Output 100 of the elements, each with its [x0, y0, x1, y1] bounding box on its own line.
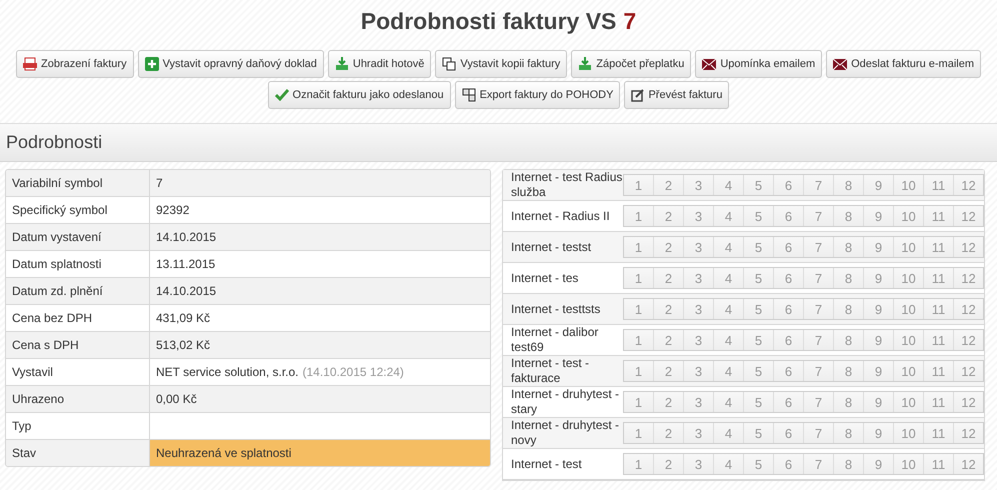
month-button[interactable]: 3: [683, 299, 713, 319]
month-button[interactable]: 12: [953, 361, 983, 381]
month-button[interactable]: 6: [773, 299, 803, 319]
month-button[interactable]: 7: [803, 361, 833, 381]
month-button[interactable]: 8: [833, 423, 863, 443]
month-button[interactable]: 10: [893, 330, 923, 350]
month-button[interactable]: 2: [653, 206, 683, 226]
month-button[interactable]: 2: [653, 268, 683, 288]
month-button[interactable]: 3: [683, 423, 713, 443]
month-button[interactable]: 11: [923, 392, 953, 412]
month-button[interactable]: 3: [683, 330, 713, 350]
month-button[interactable]: 11: [923, 423, 953, 443]
month-button[interactable]: 4: [713, 454, 743, 474]
month-button[interactable]: 5: [743, 299, 773, 319]
month-button[interactable]: 5: [743, 454, 773, 474]
month-button[interactable]: 5: [743, 237, 773, 257]
month-button[interactable]: 4: [713, 392, 743, 412]
month-button[interactable]: 9: [863, 237, 893, 257]
month-button[interactable]: 2: [653, 237, 683, 257]
month-button[interactable]: 8: [833, 361, 863, 381]
month-button[interactable]: 9: [863, 299, 893, 319]
month-button[interactable]: 6: [773, 175, 803, 195]
toolbar-button[interactable]: Odeslat fakturu e-mailem: [826, 50, 981, 78]
month-button[interactable]: 11: [923, 268, 953, 288]
month-button[interactable]: 7: [803, 237, 833, 257]
month-button[interactable]: 2: [653, 361, 683, 381]
month-button[interactable]: 8: [833, 299, 863, 319]
month-button[interactable]: 3: [683, 175, 713, 195]
month-button[interactable]: 5: [743, 392, 773, 412]
month-button[interactable]: 4: [713, 268, 743, 288]
toolbar-button[interactable]: Uhradit hotově: [328, 50, 432, 78]
month-button[interactable]: 10: [893, 175, 923, 195]
month-button[interactable]: 5: [743, 206, 773, 226]
toolbar-button[interactable]: Vystavit kopii faktury: [435, 50, 568, 78]
month-button[interactable]: 3: [683, 454, 713, 474]
month-button[interactable]: 4: [713, 175, 743, 195]
month-button[interactable]: 10: [893, 392, 923, 412]
month-button[interactable]: 9: [863, 454, 893, 474]
toolbar-button[interactable]: Zobrazení faktury: [16, 50, 134, 78]
month-button[interactable]: 11: [923, 361, 953, 381]
month-button[interactable]: 10: [893, 268, 923, 288]
month-button[interactable]: 7: [803, 206, 833, 226]
month-button[interactable]: 10: [893, 299, 923, 319]
month-button[interactable]: 3: [683, 237, 713, 257]
month-button[interactable]: 12: [953, 392, 983, 412]
month-button[interactable]: 6: [773, 330, 803, 350]
toolbar-button[interactable]: Zápočet přeplatku: [571, 50, 692, 78]
month-button[interactable]: 8: [833, 268, 863, 288]
month-button[interactable]: 5: [743, 330, 773, 350]
month-button[interactable]: 4: [713, 237, 743, 257]
month-button[interactable]: 6: [773, 423, 803, 443]
month-button[interactable]: 4: [713, 361, 743, 381]
month-button[interactable]: 11: [923, 299, 953, 319]
month-button[interactable]: 10: [893, 237, 923, 257]
month-button[interactable]: 2: [653, 299, 683, 319]
month-button[interactable]: 12: [953, 454, 983, 474]
month-button[interactable]: 11: [923, 206, 953, 226]
month-button[interactable]: 12: [953, 330, 983, 350]
month-button[interactable]: 10: [893, 206, 923, 226]
month-button[interactable]: 12: [953, 237, 983, 257]
toolbar-button[interactable]: Převést fakturu: [624, 81, 730, 109]
month-button[interactable]: 9: [863, 392, 893, 412]
month-button[interactable]: 3: [683, 206, 713, 226]
month-button[interactable]: 5: [743, 423, 773, 443]
month-button[interactable]: 9: [863, 206, 893, 226]
month-button[interactable]: 6: [773, 268, 803, 288]
month-button[interactable]: 10: [893, 454, 923, 474]
month-button[interactable]: 9: [863, 175, 893, 195]
month-button[interactable]: 8: [833, 454, 863, 474]
month-button[interactable]: 4: [713, 330, 743, 350]
month-button[interactable]: 7: [803, 423, 833, 443]
month-button[interactable]: 3: [683, 268, 713, 288]
month-button[interactable]: 11: [923, 454, 953, 474]
month-button[interactable]: 6: [773, 392, 803, 412]
month-button[interactable]: 8: [833, 237, 863, 257]
month-button[interactable]: 4: [713, 206, 743, 226]
month-button[interactable]: 2: [653, 423, 683, 443]
month-button[interactable]: 12: [953, 268, 983, 288]
month-button[interactable]: 6: [773, 454, 803, 474]
month-button[interactable]: 10: [893, 423, 923, 443]
month-button[interactable]: 11: [923, 175, 953, 195]
month-button[interactable]: 5: [743, 268, 773, 288]
month-button[interactable]: 3: [683, 361, 713, 381]
month-button[interactable]: 8: [833, 330, 863, 350]
month-button[interactable]: 5: [743, 175, 773, 195]
month-button[interactable]: 9: [863, 361, 893, 381]
month-button[interactable]: 10: [893, 361, 923, 381]
month-button[interactable]: 8: [833, 175, 863, 195]
month-button[interactable]: 7: [803, 268, 833, 288]
month-button[interactable]: 7: [803, 392, 833, 412]
month-button[interactable]: 6: [773, 237, 803, 257]
toolbar-button[interactable]: Označit fakturu jako odeslanou: [268, 81, 451, 109]
toolbar-button[interactable]: Vystavit opravný daňový doklad: [138, 50, 324, 78]
month-button[interactable]: 6: [773, 206, 803, 226]
month-button[interactable]: 12: [953, 423, 983, 443]
month-button[interactable]: 7: [803, 299, 833, 319]
month-button[interactable]: 4: [713, 299, 743, 319]
toolbar-button[interactable]: Export faktury do POHODY: [454, 81, 620, 109]
month-button[interactable]: 9: [863, 330, 893, 350]
month-button[interactable]: 12: [953, 175, 983, 195]
